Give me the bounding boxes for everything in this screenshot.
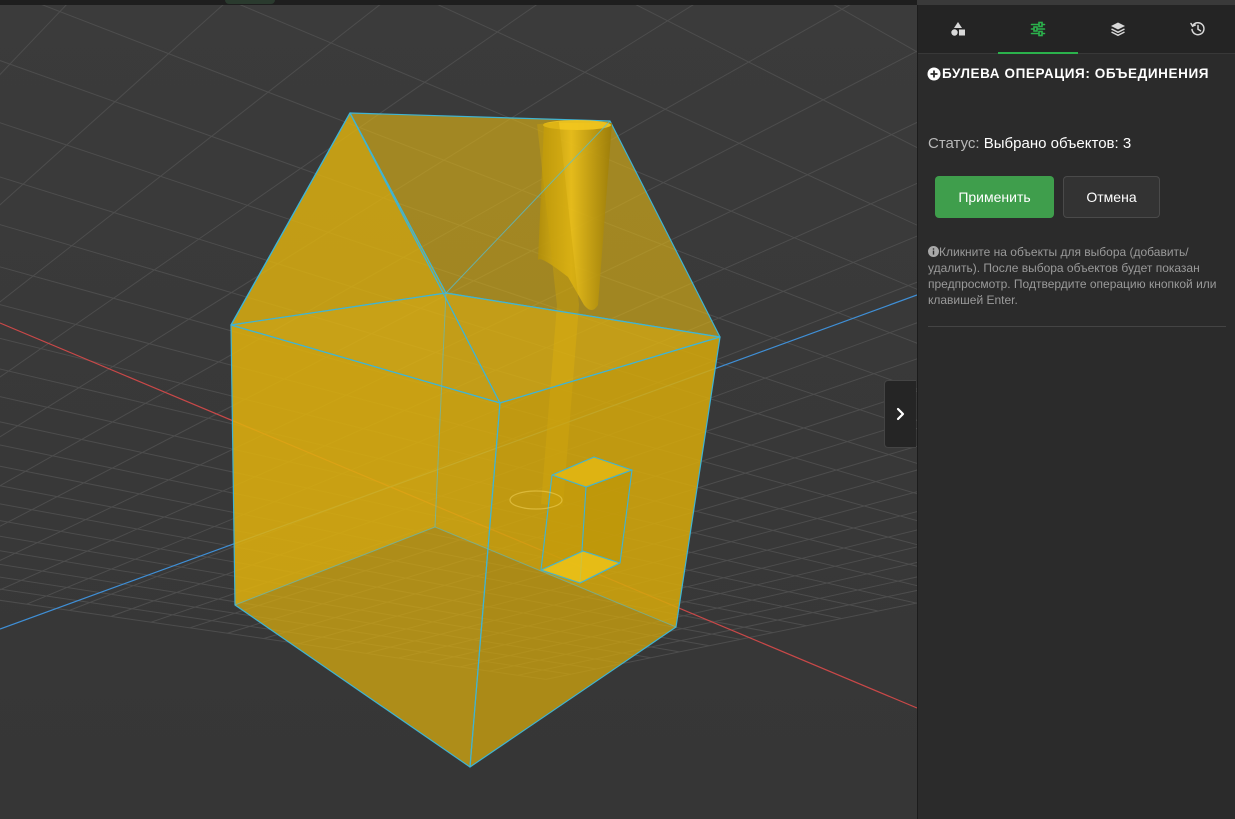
- tab-layers[interactable]: [1078, 5, 1158, 53]
- plus-circle-icon: [927, 67, 941, 80]
- info-icon: [928, 246, 939, 257]
- tab-history[interactable]: [1158, 5, 1235, 53]
- operation-title-text: БУЛЕВА ОПЕРАЦИЯ: ОБЪЕДИНЕНИЯ: [942, 66, 1210, 81]
- hint-text-content: Кликните на объекты для выбора (добавить…: [928, 245, 1217, 307]
- apply-button[interactable]: Применить: [935, 176, 1054, 218]
- history-icon: [1190, 21, 1205, 36]
- panel-divider: [928, 326, 1226, 327]
- panel-collapse-button[interactable]: [884, 380, 916, 448]
- status-label: Статус:: [928, 135, 980, 152]
- chevron-right-icon: [896, 407, 904, 421]
- 3d-viewport[interactable]: [0, 5, 917, 819]
- scene-canvas[interactable]: [0, 5, 917, 819]
- top-bar-indicator: [225, 0, 275, 4]
- tab-settings[interactable]: [998, 5, 1078, 54]
- cancel-button[interactable]: Отмена: [1063, 176, 1160, 218]
- status-line: Статус: Выбрано объектов: 3: [928, 135, 1131, 152]
- status-value: Выбрано объектов: 3: [983, 135, 1132, 152]
- shapes-icon: [951, 22, 965, 36]
- tab-objects[interactable]: [918, 5, 998, 53]
- layers-icon: [1111, 22, 1125, 37]
- hint-text: Кликните на объекты для выбора (добавить…: [928, 244, 1228, 308]
- properties-panel: БУЛЕВА ОПЕРАЦИЯ: ОБЪЕДИНЕНИЯ Статус: Выб…: [917, 5, 1235, 819]
- sliders-icon: [1030, 21, 1046, 37]
- panel-tabs: [918, 5, 1235, 54]
- operation-title: БУЛЕВА ОПЕРАЦИЯ: ОБЪЕДИНЕНИЯ: [927, 66, 1209, 81]
